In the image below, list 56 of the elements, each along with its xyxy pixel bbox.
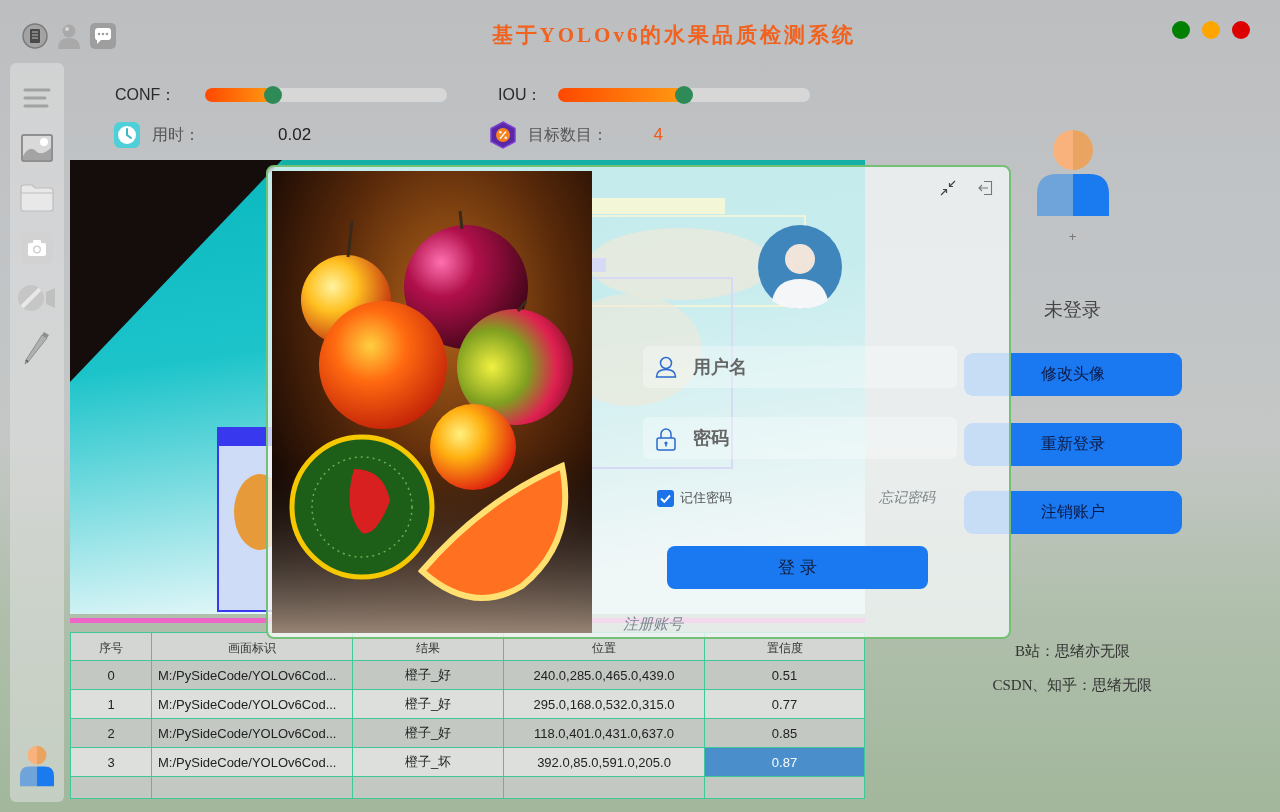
table-cell: 橙子_好 [353, 690, 503, 718]
window-control-icon[interactable] [1232, 21, 1250, 39]
forgot-password-link[interactable]: 忘记密码 [879, 489, 935, 507]
stat-value: 0.02 [278, 125, 312, 145]
credit-text: CSDN、知乎：思绪无限 [992, 676, 1153, 694]
table-cell: 1 [71, 690, 151, 718]
image-icon[interactable] [21, 134, 53, 162]
slider-thumb[interactable] [675, 86, 693, 104]
slider-label: IOU： [498, 84, 543, 105]
column-header: 序号 [71, 633, 151, 660]
table-cell: 橙子_好 [353, 661, 503, 689]
stat-label: 用时： [152, 124, 200, 145]
table-cell: 295.0,168.0,532.0,315.0 [504, 690, 704, 718]
table-cell: 0.77 [705, 690, 864, 718]
table-cell: 0.51 [705, 661, 864, 689]
table-cell: 橙子_好 [353, 719, 503, 747]
login-button[interactable]: 登 录 [667, 546, 928, 589]
collapse-icon[interactable] [940, 180, 956, 196]
chat-icon[interactable] [90, 22, 116, 49]
window-control-icon[interactable] [1172, 21, 1190, 39]
user-icon [655, 356, 677, 378]
app-title: 基于YOLOv6的水果品质检测系统 [491, 21, 857, 49]
menu-icon[interactable] [23, 87, 51, 109]
login-status: 未登录 [1044, 299, 1101, 321]
table-cell: 0 [71, 661, 151, 689]
clock-icon [114, 122, 140, 148]
table-cell: 118.0,401.0,431.0,637.0 [504, 719, 704, 747]
table-cell: 240.0,285.0,465.0,439.0 [504, 661, 704, 689]
logout-icon[interactable] [977, 180, 993, 196]
stat-label: 目标数目： [527, 124, 608, 145]
table-cell: 392.0,85.0,591.0,205.0 [504, 748, 704, 776]
slider-thumb[interactable] [263, 86, 282, 104]
table-cell: 橙子_坏 [353, 748, 503, 776]
user-icon[interactable] [20, 744, 54, 788]
slider-label: CONF： [115, 84, 177, 105]
pencil-icon[interactable] [22, 331, 52, 365]
table-cell: M:/PySideCode/YOLOv6Cod... [152, 719, 352, 747]
document-icon[interactable] [22, 22, 48, 49]
table-cell: 2 [71, 719, 151, 747]
video-icon[interactable] [17, 283, 57, 313]
hexagon-icon [489, 121, 516, 149]
lock-icon [655, 427, 677, 451]
stat-value: 4 [653, 125, 663, 145]
table-cell: 3 [71, 748, 151, 776]
register-link[interactable]: 注册账号 [623, 615, 683, 634]
remember-checkbox[interactable] [657, 489, 674, 507]
add-sign[interactable]: + [1068, 230, 1077, 244]
table-cell: 0.85 [705, 719, 864, 747]
table-cell: M:/PySideCode/YOLOv6Cod... [152, 690, 352, 718]
user-avatar-icon[interactable] [1036, 130, 1109, 216]
table-cell: M:/PySideCode/YOLOv6Cod... [152, 661, 352, 689]
credit-text: B站：思绪亦无限 [1015, 642, 1130, 660]
column-header: 画面标识 [152, 633, 352, 660]
table-cell: M:/PySideCode/YOLOv6Cod... [152, 748, 352, 776]
remember-label: 记住密码 [680, 489, 732, 507]
table-cell: 0.87 [705, 748, 864, 776]
